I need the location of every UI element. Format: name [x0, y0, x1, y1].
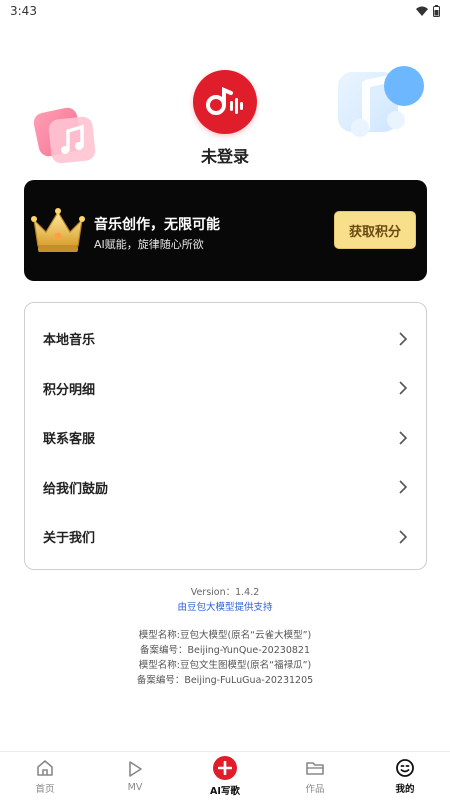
chevron-right-icon — [399, 332, 408, 346]
tab-ai-write-song[interactable]: AI写歌 — [180, 752, 270, 800]
menu-item-contact-support[interactable]: 联系客服 — [25, 413, 426, 463]
menu-item-about-us[interactable]: 关于我们 — [25, 512, 426, 562]
tab-mv[interactable]: MV — [90, 752, 180, 800]
tab-label: 我的 — [395, 783, 415, 795]
music-logo-icon — [206, 87, 243, 115]
smile-face-icon — [396, 758, 414, 777]
wifi-icon — [416, 6, 428, 16]
chevron-right-icon — [399, 530, 408, 544]
support-link[interactable]: 由豆包大模型提供支持 — [0, 599, 450, 613]
chevron-right-icon — [399, 381, 408, 395]
login-label[interactable]: 未登录 — [0, 143, 450, 167]
avatar[interactable] — [193, 70, 257, 134]
promo-title: 音乐创作，无限可能 — [94, 217, 220, 233]
battery-icon — [433, 5, 440, 17]
chevron-right-icon — [399, 431, 408, 445]
home-icon — [37, 759, 53, 776]
record-number-2: 备案编号：Beijing-FuLuGua-20231205 — [136, 675, 314, 686]
promo-banner: 音乐创作，无限可能 AI赋能，旋律随心所欲 获取积分 — [24, 180, 427, 281]
play-icon — [129, 761, 142, 777]
tab-works[interactable]: 作品 — [270, 752, 360, 800]
plus-icon — [213, 755, 237, 780]
bottom-tab-bar: 首页 MV AI写歌 作品 我的 — [0, 751, 450, 800]
blue-music-note-icon — [338, 66, 424, 137]
menu-item-label: 关于我们 — [43, 531, 96, 547]
tab-label: AI写歌 — [210, 785, 240, 797]
status-icons — [416, 5, 440, 17]
menu-list: 本地音乐 积分明细 联系客服 给我们鼓励 关于我们 — [24, 302, 427, 570]
tab-label: 首页 — [35, 783, 55, 795]
menu-item-label: 联系客服 — [43, 432, 96, 448]
menu-item-label: 给我们鼓励 — [43, 481, 109, 497]
chevron-right-icon — [399, 480, 408, 494]
tab-mine[interactable]: 我的 — [360, 752, 450, 800]
model-name-1: 模型名称:豆包大模型(原名“云雀大模型”) — [138, 630, 312, 641]
model-name-2: 模型名称:豆包文生图模型(原名“福禄瓜”) — [138, 660, 312, 671]
crown-icon — [31, 208, 85, 252]
folder-icon — [306, 761, 324, 775]
tab-home[interactable]: 首页 — [0, 752, 90, 800]
status-bar: 3:43 — [0, 0, 450, 22]
menu-item-local-music[interactable]: 本地音乐 — [25, 314, 426, 364]
tab-label: 作品 — [305, 783, 325, 795]
version-text: Version：1.4.2 — [190, 587, 260, 598]
record-number-1: 备案编号：Beijing-YunQue-20230821 — [139, 645, 310, 656]
status-time: 3:43 — [10, 4, 37, 18]
promo-subtitle: AI赋能，旋律随心所欲 — [94, 238, 204, 251]
menu-item-points-detail[interactable]: 积分明细 — [25, 364, 426, 414]
menu-item-encourage-us[interactable]: 给我们鼓励 — [25, 463, 426, 513]
tab-label: MV — [127, 782, 143, 793]
get-points-button[interactable]: 获取积分 — [334, 211, 416, 249]
menu-item-label: 积分明细 — [43, 382, 96, 398]
menu-item-label: 本地音乐 — [43, 333, 96, 349]
